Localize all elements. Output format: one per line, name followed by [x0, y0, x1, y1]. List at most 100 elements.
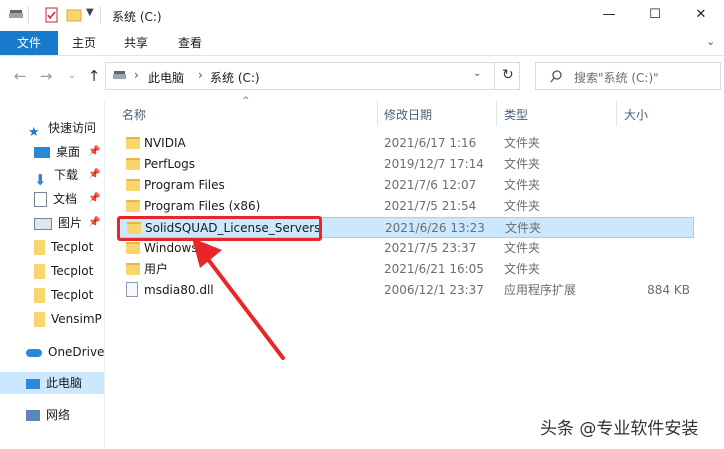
pin-icon: 📌 [88, 146, 101, 157]
folder-icon [126, 242, 140, 254]
nav-item-documents[interactable]: 文档 📌 [34, 188, 104, 210]
nav-label: Tecplot [51, 288, 94, 302]
nav-item-folder[interactable]: VensimP [34, 308, 104, 330]
nav-quick-access[interactable]: ★ 快速访问 [28, 117, 96, 139]
nav-pane-divider [104, 100, 105, 449]
column-header-size[interactable]: 大小 [624, 105, 648, 125]
breadcrumb-separator-icon: › [134, 68, 139, 82]
nav-item-folder[interactable]: Tecplot [34, 236, 104, 258]
file-date: 2021/7/5 23:37 [384, 241, 477, 255]
expand-ribbon-icon[interactable]: ⌄ [706, 35, 715, 48]
nav-this-pc[interactable]: 此电脑 [26, 372, 82, 394]
star-icon: ★ [28, 125, 40, 139]
folder-icon [126, 263, 140, 275]
address-history-icon[interactable]: ⌄ [473, 68, 481, 79]
nav-label: 快速访问 [48, 121, 97, 135]
file-type: 文件夹 [504, 241, 541, 255]
column-header-type[interactable]: 类型 [504, 105, 528, 125]
file-type: 文件夹 [504, 157, 541, 171]
nav-item-folder[interactable]: Tecplot [34, 260, 104, 282]
pin-icon: 📌 [88, 193, 101, 204]
file-name: Program Files (x86) [144, 199, 261, 213]
folder-icon [34, 240, 45, 255]
column-divider[interactable] [496, 100, 497, 126]
folder-icon [126, 179, 140, 191]
minimize-button[interactable]: — [586, 4, 632, 26]
nav-label: 网络 [46, 408, 71, 422]
tab-home[interactable]: 主页 [72, 31, 96, 55]
nav-item-pictures[interactable]: 图片 📌 [34, 212, 104, 234]
desktop-icon [34, 147, 50, 158]
nav-label: VensimP [51, 312, 102, 326]
file-date: 2021/7/6 12:07 [384, 178, 477, 192]
document-icon [34, 192, 47, 207]
ribbon-bar [0, 31, 724, 56]
file-type: 文件夹 [504, 199, 541, 213]
file-date: 2021/6/21 16:05 [384, 262, 484, 276]
quick-access-dropdown-icon[interactable]: ▼ [86, 7, 94, 18]
nav-label: Tecplot [51, 264, 94, 278]
nav-label: Tecplot [51, 240, 94, 254]
nav-item-downloads[interactable]: ⬇ 下载 📌 [34, 164, 104, 186]
forward-arrow-icon[interactable]: → [36, 66, 56, 86]
nav-label: 此电脑 [46, 376, 83, 390]
file-type: 应用程序扩展 [504, 283, 577, 297]
up-arrow-icon[interactable]: ↑ [84, 66, 104, 86]
back-arrow-icon[interactable]: ← [10, 66, 30, 86]
folder-icon [34, 288, 45, 303]
recent-locations-icon[interactable]: ⌄ [62, 66, 82, 86]
file-name: Program Files [144, 178, 225, 192]
nav-item-desktop[interactable]: 桌面 📌 [34, 141, 104, 163]
computer-icon [26, 378, 40, 389]
address-divider [494, 62, 495, 90]
sort-ascending-icon: ^ [242, 96, 250, 106]
folder-icon [34, 312, 45, 327]
file-row[interactable]: NVIDIA 2021/6/17 1:16 文件夹 [118, 133, 694, 154]
toolbar-divider [100, 6, 101, 24]
folder-icon [34, 264, 45, 279]
properties-icon[interactable] [44, 7, 60, 23]
column-divider[interactable] [616, 100, 617, 126]
drive-icon [9, 10, 23, 18]
refresh-icon[interactable]: ↻ [502, 67, 514, 83]
dll-file-icon [126, 282, 138, 297]
file-size: 884 KB [647, 283, 690, 297]
nav-item-folder[interactable]: Tecplot [34, 284, 104, 306]
file-row[interactable]: PerfLogs 2019/12/7 17:14 文件夹 [118, 154, 694, 175]
breadcrumb-this-pc[interactable]: 此电脑 [148, 69, 184, 86]
close-button[interactable]: ✕ [678, 4, 724, 26]
new-folder-icon[interactable] [66, 7, 82, 23]
drive-icon [113, 71, 126, 79]
column-header-date[interactable]: 修改日期 [384, 105, 432, 125]
nav-network[interactable]: 网络 [26, 404, 70, 426]
file-type: 文件夹 [504, 262, 541, 276]
file-row[interactable]: Program Files (x86) 2021/7/5 21:54 文件夹 [118, 196, 694, 217]
file-date: 2021/6/17 1:16 [384, 136, 477, 150]
maximize-button[interactable]: ☐ [632, 4, 678, 26]
search-box[interactable]: 搜索"系统 (C:)" [535, 62, 721, 90]
tab-share[interactable]: 共享 [124, 31, 148, 55]
nav-label: 图片 [58, 216, 83, 230]
tab-file[interactable]: 文件 [0, 31, 58, 55]
breadcrumb-drive[interactable]: 系统 (C:) [210, 69, 260, 86]
breadcrumb-separator-icon: › [198, 68, 203, 82]
pin-icon: 📌 [88, 169, 101, 180]
file-name: NVIDIA [144, 136, 186, 150]
nav-onedrive[interactable]: OneDrive [26, 341, 104, 363]
column-header-name[interactable]: 名称 [122, 105, 146, 125]
nav-label: 文档 [53, 192, 78, 206]
file-date: 2021/7/5 21:54 [384, 199, 477, 213]
tab-view[interactable]: 查看 [178, 31, 202, 55]
file-type: 文件夹 [505, 221, 542, 235]
search-icon [550, 70, 562, 83]
file-row[interactable]: Program Files 2021/7/6 12:07 文件夹 [118, 175, 694, 196]
folder-icon [126, 200, 140, 212]
pin-icon: 📌 [88, 217, 101, 228]
nav-label: 下载 [54, 168, 79, 182]
column-divider[interactable] [377, 100, 378, 126]
file-date: 2006/12/1 23:37 [384, 283, 484, 297]
file-type: 文件夹 [504, 178, 541, 192]
download-icon: ⬇ [34, 171, 47, 186]
address-bar[interactable]: › 此电脑 › 系统 (C:) ⌄ ↻ [105, 62, 520, 90]
nav-label: OneDrive [48, 345, 104, 359]
